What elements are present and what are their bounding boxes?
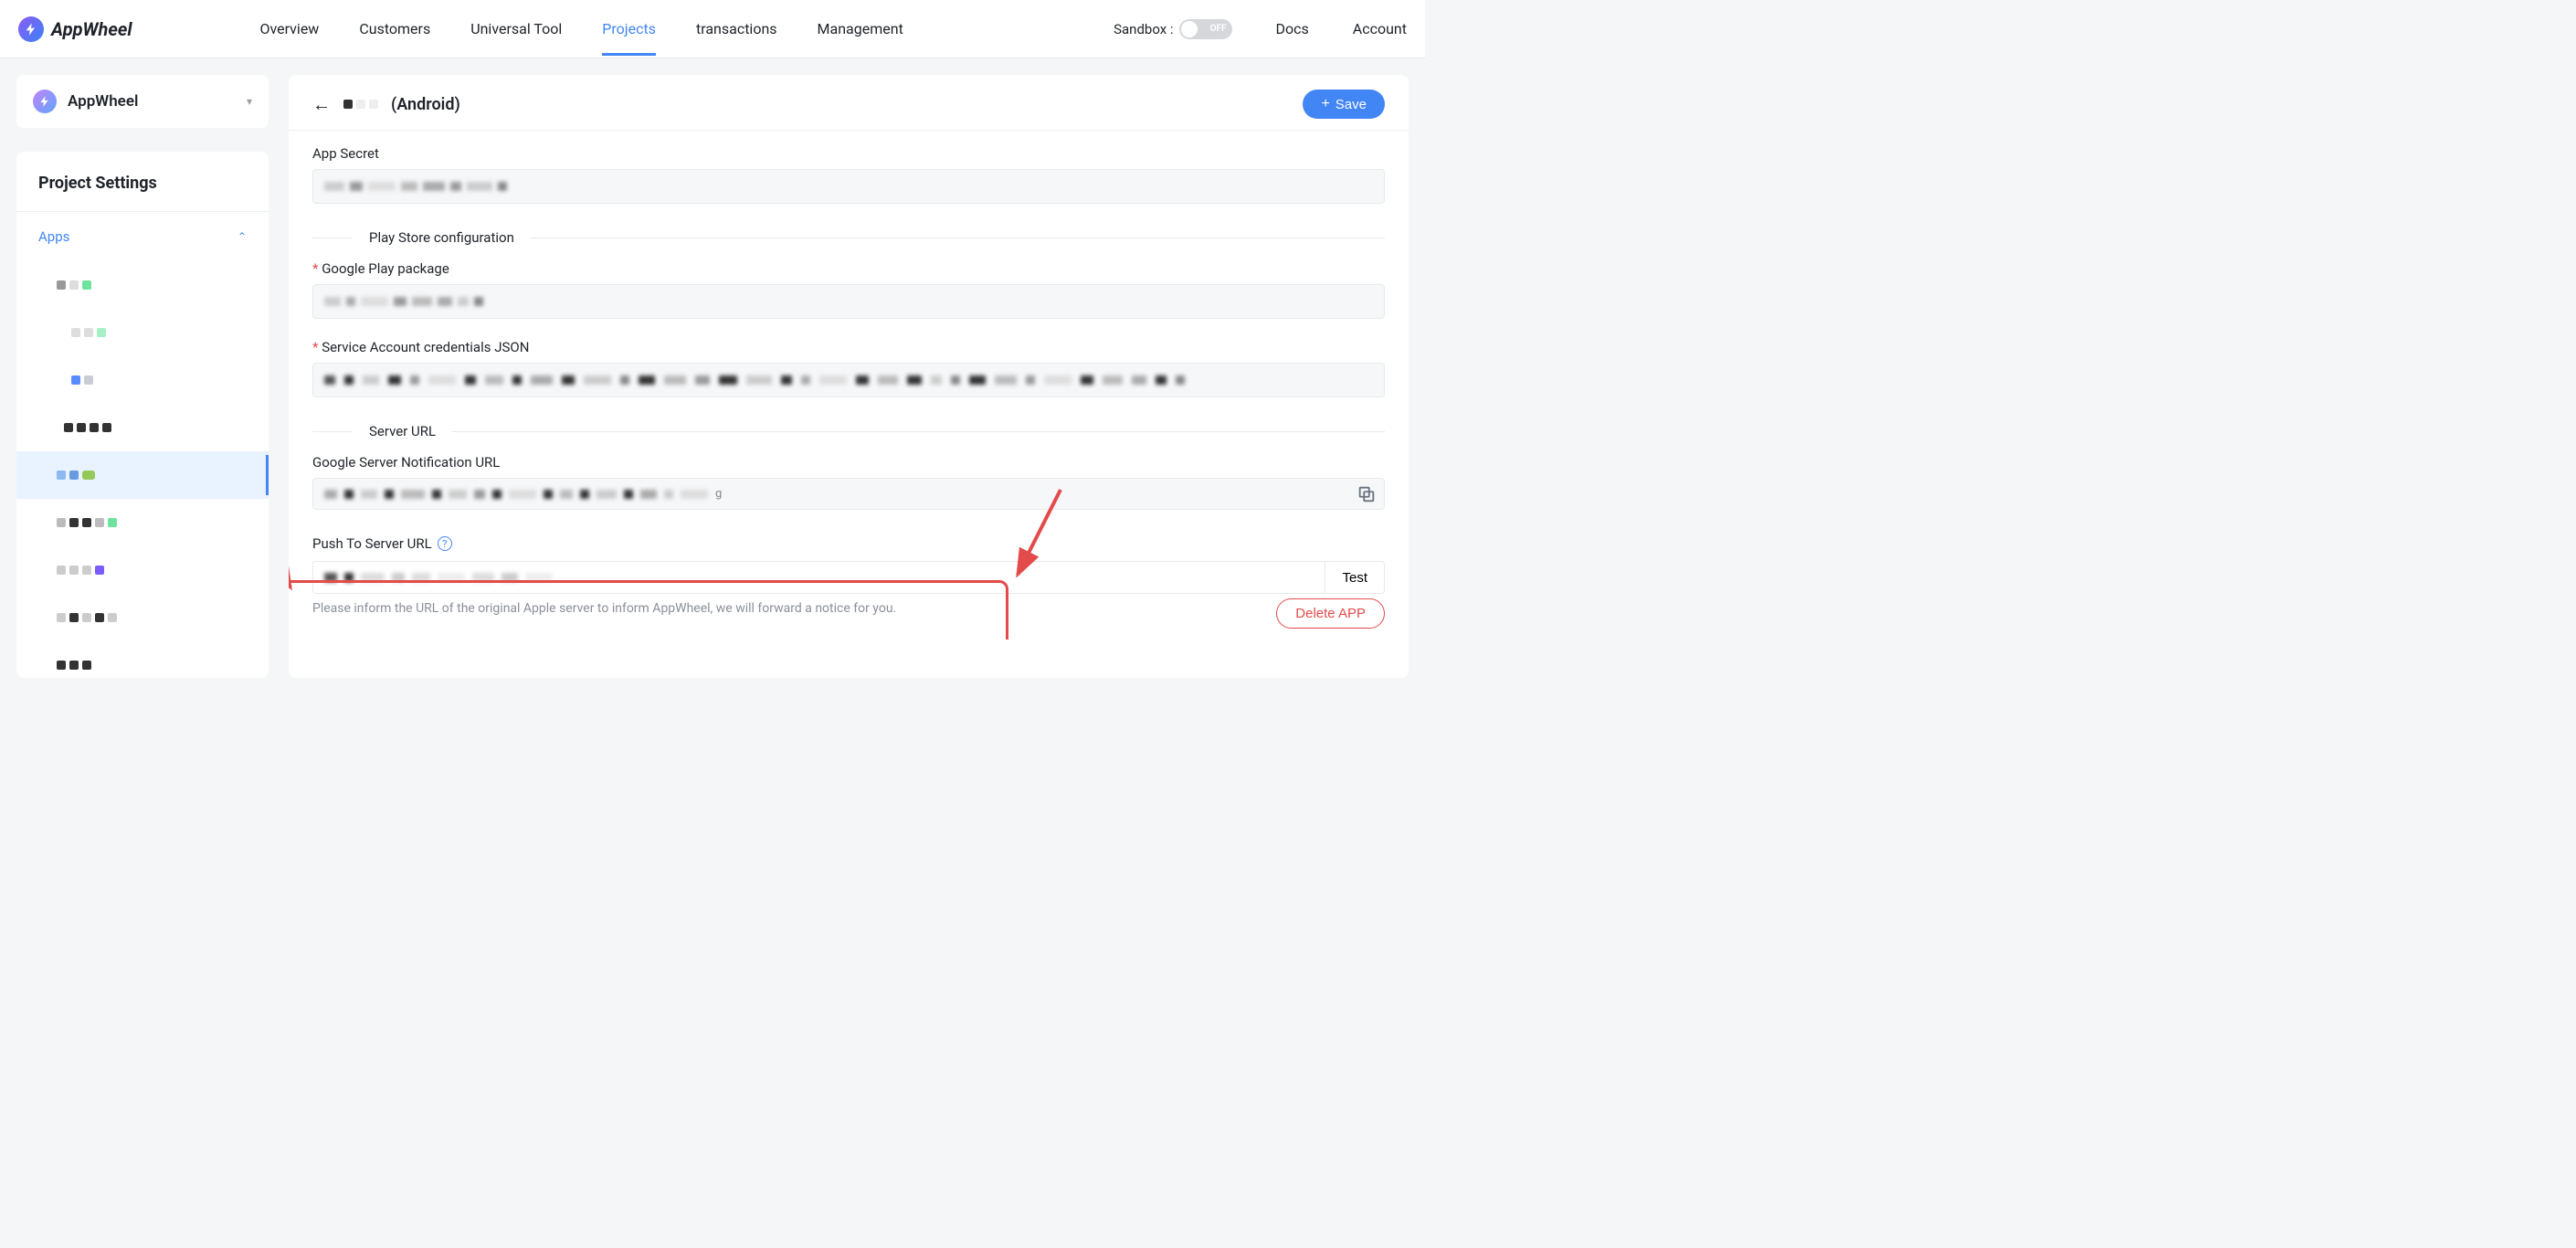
sidebar-app-item[interactable] xyxy=(16,499,269,546)
sandbox-label: Sandbox : xyxy=(1114,21,1173,37)
google-play-package-label: Google Play package xyxy=(312,260,1385,277)
sidebar-app-item-active[interactable] xyxy=(16,451,269,499)
sidebar-app-item[interactable] xyxy=(16,594,269,641)
settings-title: Project Settings xyxy=(16,152,269,212)
google-notif-url-field[interactable]: g xyxy=(312,478,1385,510)
sandbox-toggle-wrap: Sandbox : OFF xyxy=(1114,19,1231,39)
nav-docs[interactable]: Docs xyxy=(1276,20,1309,37)
toggle-knob xyxy=(1181,21,1198,37)
sidebar-app-item[interactable] xyxy=(16,309,269,356)
top-header: AppWheel Overview Customers Universal To… xyxy=(0,0,1425,58)
sidebar-app-item[interactable] xyxy=(16,546,269,594)
back-arrow-icon[interactable]: ← xyxy=(312,93,331,116)
main-header: ← (Android) + Save xyxy=(289,75,1409,131)
section-play-store: Play Store configuration xyxy=(312,229,1385,246)
app-platform: (Android) xyxy=(391,95,460,114)
section-title: Server URL xyxy=(369,423,436,439)
sidebar-app-item[interactable] xyxy=(16,261,269,309)
nav-universal-tool[interactable]: Universal Tool xyxy=(470,3,562,55)
push-url-hint: Please inform the URL of the original Ap… xyxy=(312,601,1385,616)
brand-name: AppWheel xyxy=(51,18,132,40)
main-panel: ← (Android) + Save App Secret Play Store… xyxy=(289,75,1409,678)
section-label: Apps xyxy=(38,228,69,245)
sidebar-app-item[interactable] xyxy=(16,641,269,678)
nav-management[interactable]: Management xyxy=(818,3,903,55)
nav-account[interactable]: Account xyxy=(1353,20,1407,37)
project-name: AppWheel xyxy=(68,92,236,111)
main-body: App Secret Play Store configuration Goog… xyxy=(289,131,1409,640)
nav-projects[interactable]: Projects xyxy=(602,3,656,55)
service-account-label: Service Account credentials JSON xyxy=(312,339,1385,355)
push-url-section: Push To Server URL ? Test Please inform … xyxy=(312,526,1385,621)
section-server-url: Server URL xyxy=(312,423,1385,439)
sandbox-toggle[interactable]: OFF xyxy=(1179,19,1232,39)
project-selector[interactable]: AppWheel ▾ xyxy=(16,75,269,128)
app-secret-label: App Secret xyxy=(312,145,1385,162)
main-nav: Overview Customers Universal Tool Projec… xyxy=(259,3,1114,55)
save-label: Save xyxy=(1336,97,1367,112)
nav-customers[interactable]: Customers xyxy=(359,3,430,55)
nav-transactions[interactable]: transactions xyxy=(696,3,777,55)
chevron-down-icon: ▾ xyxy=(247,95,252,108)
header-right: Sandbox : OFF Docs Account xyxy=(1114,19,1407,39)
google-play-package-input[interactable] xyxy=(312,284,1385,319)
google-notif-url-label: Google Server Notification URL xyxy=(312,454,1385,471)
service-account-input[interactable] xyxy=(312,363,1385,397)
section-title: Play Store configuration xyxy=(369,229,514,246)
notif-url-visible: g xyxy=(715,487,722,501)
chevron-up-icon: ⌃ xyxy=(238,230,247,243)
brand-icon xyxy=(18,16,44,42)
test-button[interactable]: Test xyxy=(1325,561,1385,594)
app-name-redacted xyxy=(343,100,378,109)
help-icon[interactable]: ? xyxy=(438,536,452,551)
toggle-state: OFF xyxy=(1210,24,1227,34)
delete-app-button[interactable]: Delete APP xyxy=(1276,598,1385,629)
save-button[interactable]: + Save xyxy=(1303,90,1385,119)
layout: AppWheel ▾ Project Settings Apps ⌃ xyxy=(0,58,1425,694)
sidebar-app-item[interactable] xyxy=(16,404,269,451)
push-url-input[interactable] xyxy=(312,561,1325,594)
brand-logo[interactable]: AppWheel xyxy=(18,16,132,42)
app-list xyxy=(16,261,269,678)
sidebar-section-apps[interactable]: Apps ⌃ xyxy=(16,212,269,261)
settings-card: Project Settings Apps ⌃ xyxy=(16,152,269,678)
copy-icon[interactable] xyxy=(1357,484,1377,504)
sidebar-app-item[interactable] xyxy=(16,356,269,404)
plus-icon: + xyxy=(1321,96,1329,112)
project-icon xyxy=(33,90,57,113)
nav-overview[interactable]: Overview xyxy=(259,3,319,55)
app-secret-field[interactable] xyxy=(312,169,1385,204)
push-url-row: Test xyxy=(312,561,1385,594)
sidebar: AppWheel ▾ Project Settings Apps ⌃ xyxy=(16,75,269,678)
push-url-label: Push To Server URL ? xyxy=(312,535,1385,552)
